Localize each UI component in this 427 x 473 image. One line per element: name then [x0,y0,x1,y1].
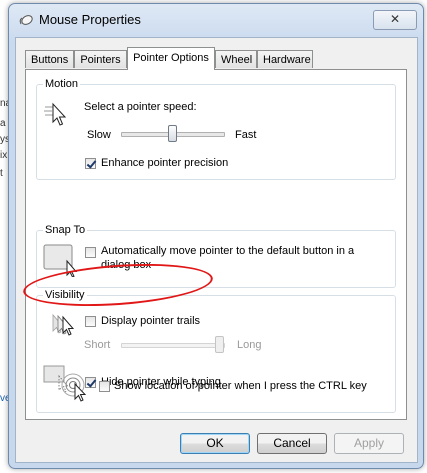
window-title: Mouse Properties [39,12,141,27]
snap-to-icon [43,244,78,277]
trail-length-slider-thumb [215,336,224,353]
visibility-group-title: Visibility [43,289,87,301]
snap-to-group: Snap To Automatically move pointer to th… [36,224,396,288]
tab-hardware[interactable]: Hardware [257,50,313,68]
motion-group: Motion Select a pointer speed: Slow Fast… [36,78,396,180]
trail-length-slider-track [121,343,225,348]
pointer-speed-label: Select a pointer speed: [84,101,197,113]
show-location-label[interactable]: Show location of pointer when I press th… [114,380,367,392]
trail-long-label: Long [237,339,262,351]
enhance-precision-checkbox[interactable] [85,158,96,169]
show-location-checkbox[interactable] [99,381,110,392]
snap-to-group-title: Snap To [43,224,88,236]
background-text: a [0,118,6,129]
snap-to-checkbox[interactable] [85,247,96,258]
trail-short-label: Short [84,339,111,351]
snap-to-label-line2[interactable]: dialog box [101,259,151,271]
snap-to-label-line1[interactable]: Automatically move pointer to the defaul… [101,245,354,257]
tab-pointers[interactable]: Pointers [74,50,127,68]
dialog-body: Buttons Pointers Pointer Options Wheel H… [15,37,418,463]
background-text: t [0,168,3,179]
fast-label: Fast [235,129,257,141]
pointer-speed-icon [44,102,67,126]
enhance-precision-label[interactable]: Enhance pointer precision [101,157,228,169]
close-button[interactable]: ✕ [373,10,417,30]
tab-wheel[interactable]: Wheel [215,50,257,68]
slow-label: Slow [87,129,111,141]
tab-pointer-options[interactable]: Pointer Options [127,47,215,70]
pointer-options-panel: Motion Select a pointer speed: Slow Fast… [25,69,407,420]
pointer-trails-checkbox[interactable] [85,316,96,327]
apply-button[interactable]: Apply [334,433,404,454]
background-text: ix [0,150,8,161]
pointer-speed-slider-thumb[interactable] [168,125,177,142]
show-location-icon [61,373,87,402]
pointer-trails-icon [52,313,75,336]
mouse-icon [19,15,33,25]
cancel-button[interactable]: Cancel [257,433,327,454]
title-bar[interactable]: Mouse Properties ✕ [9,4,423,34]
motion-group-title: Motion [43,78,81,90]
mouse-properties-dialog: Mouse Properties ✕ Buttons Pointers Poin… [8,3,424,469]
ok-button[interactable]: OK [180,433,250,454]
tab-buttons[interactable]: Buttons [25,50,74,68]
pointer-trails-label[interactable]: Display pointer trails [101,315,200,327]
visibility-group: Visibility Display pointer trails Short … [36,289,396,413]
